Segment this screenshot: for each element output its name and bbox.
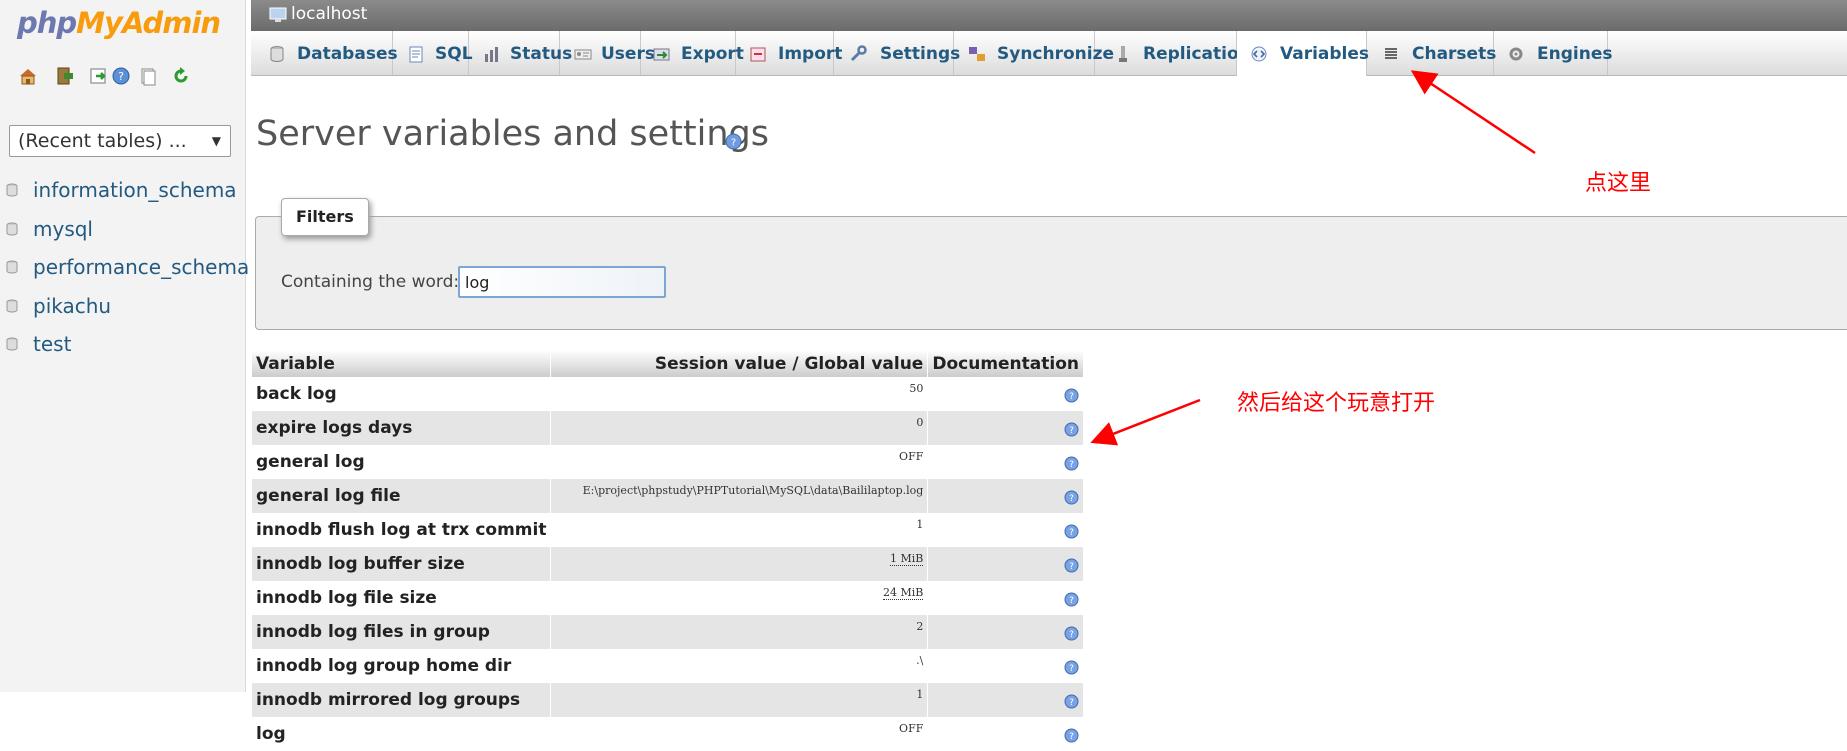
variable-name: log [252, 717, 552, 751]
variable-value-text: OFF [899, 722, 924, 735]
table-row: log OFF? [252, 717, 1084, 751]
svg-text:?: ? [1069, 698, 1074, 708]
variable-value[interactable]: OFF [550, 717, 929, 751]
documentation-help-icon[interactable]: ? [1064, 725, 1079, 744]
arrow-to-variables-tab [1410, 70, 1536, 155]
annotation-click-here: 点这里 [1585, 171, 1652, 196]
documentation-cell: ? [927, 717, 1084, 751]
arrow-to-general-log [1090, 398, 1201, 446]
documentation-help-icon[interactable]: ? [1064, 691, 1079, 710]
annotation-arrows [1090, 70, 1536, 446]
svg-text:?: ? [1069, 732, 1074, 742]
annotation-then-open: 然后给这个玩意打开 [1237, 391, 1436, 416]
